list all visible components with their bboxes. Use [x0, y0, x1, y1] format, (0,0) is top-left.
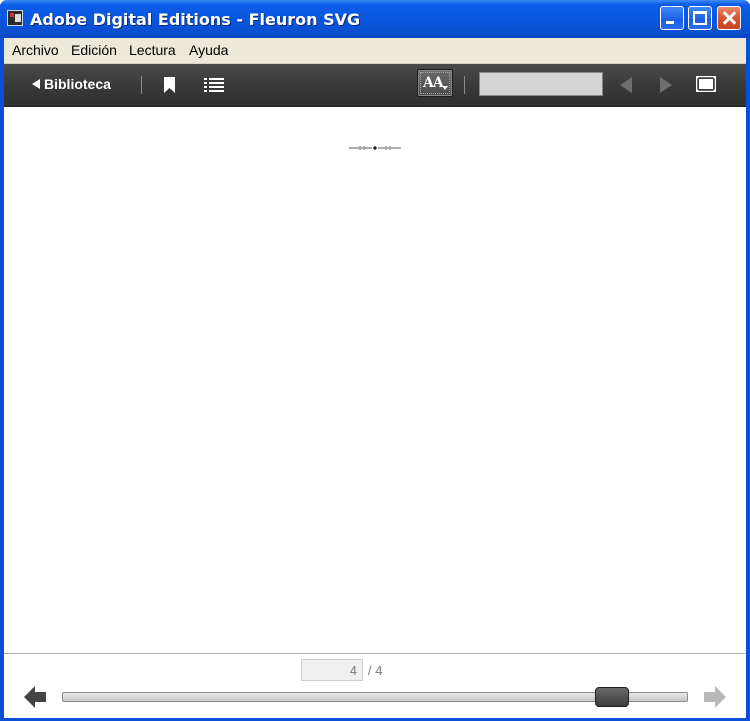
- page-slider-thumb[interactable]: [595, 687, 629, 707]
- previous-result-icon[interactable]: [620, 77, 632, 93]
- menu-lectura[interactable]: Lectura: [129, 42, 176, 58]
- close-icon: [718, 7, 740, 29]
- menu-bar: Archivo Edición Lectura Ayuda: [4, 38, 746, 64]
- font-size-button[interactable]: AA: [417, 69, 453, 97]
- close-button[interactable]: [717, 6, 741, 30]
- minimize-button[interactable]: [660, 6, 684, 30]
- library-button[interactable]: Biblioteca: [32, 76, 111, 94]
- maximize-button[interactable]: [688, 6, 712, 30]
- title-bar[interactable]: Adobe Digital Editions - Fleuron SVG: [0, 0, 750, 38]
- next-result-icon[interactable]: [660, 77, 672, 93]
- previous-page-icon[interactable]: [24, 686, 48, 708]
- bookmark-icon[interactable]: [164, 77, 175, 93]
- fullscreen-icon[interactable]: [696, 76, 716, 92]
- library-label: Biblioteca: [44, 76, 111, 92]
- maximize-icon: [693, 11, 707, 25]
- application-window: Adobe Digital Editions - Fleuron SVG Arc…: [0, 0, 750, 721]
- fleuron-ornament-icon: [349, 145, 401, 151]
- page-navigation-bar: 4 / 4: [4, 653, 746, 718]
- current-page-input[interactable]: 4: [301, 659, 363, 681]
- menu-archivo[interactable]: Archivo: [12, 42, 59, 58]
- client-area: Archivo Edición Lectura Ayuda Biblioteca…: [4, 38, 746, 718]
- book-page[interactable]: [4, 107, 746, 653]
- toolbar-separator: [141, 76, 142, 94]
- font-size-icon: AA: [423, 75, 444, 91]
- next-page-icon[interactable]: [702, 686, 726, 708]
- toolbar-separator: [464, 76, 465, 94]
- menu-edicion[interactable]: Edición: [71, 42, 117, 58]
- back-arrow-icon: [32, 79, 40, 89]
- search-input[interactable]: [479, 72, 603, 96]
- app-icon[interactable]: [7, 10, 23, 26]
- total-pages: / 4: [368, 663, 383, 678]
- window-title: Adobe Digital Editions - Fleuron SVG: [30, 10, 361, 29]
- chevron-down-icon: [442, 86, 448, 90]
- table-of-contents-icon[interactable]: [204, 78, 224, 92]
- minimize-icon: [666, 21, 674, 24]
- menu-ayuda[interactable]: Ayuda: [189, 42, 228, 58]
- reader-toolbar: Biblioteca AA: [4, 64, 746, 107]
